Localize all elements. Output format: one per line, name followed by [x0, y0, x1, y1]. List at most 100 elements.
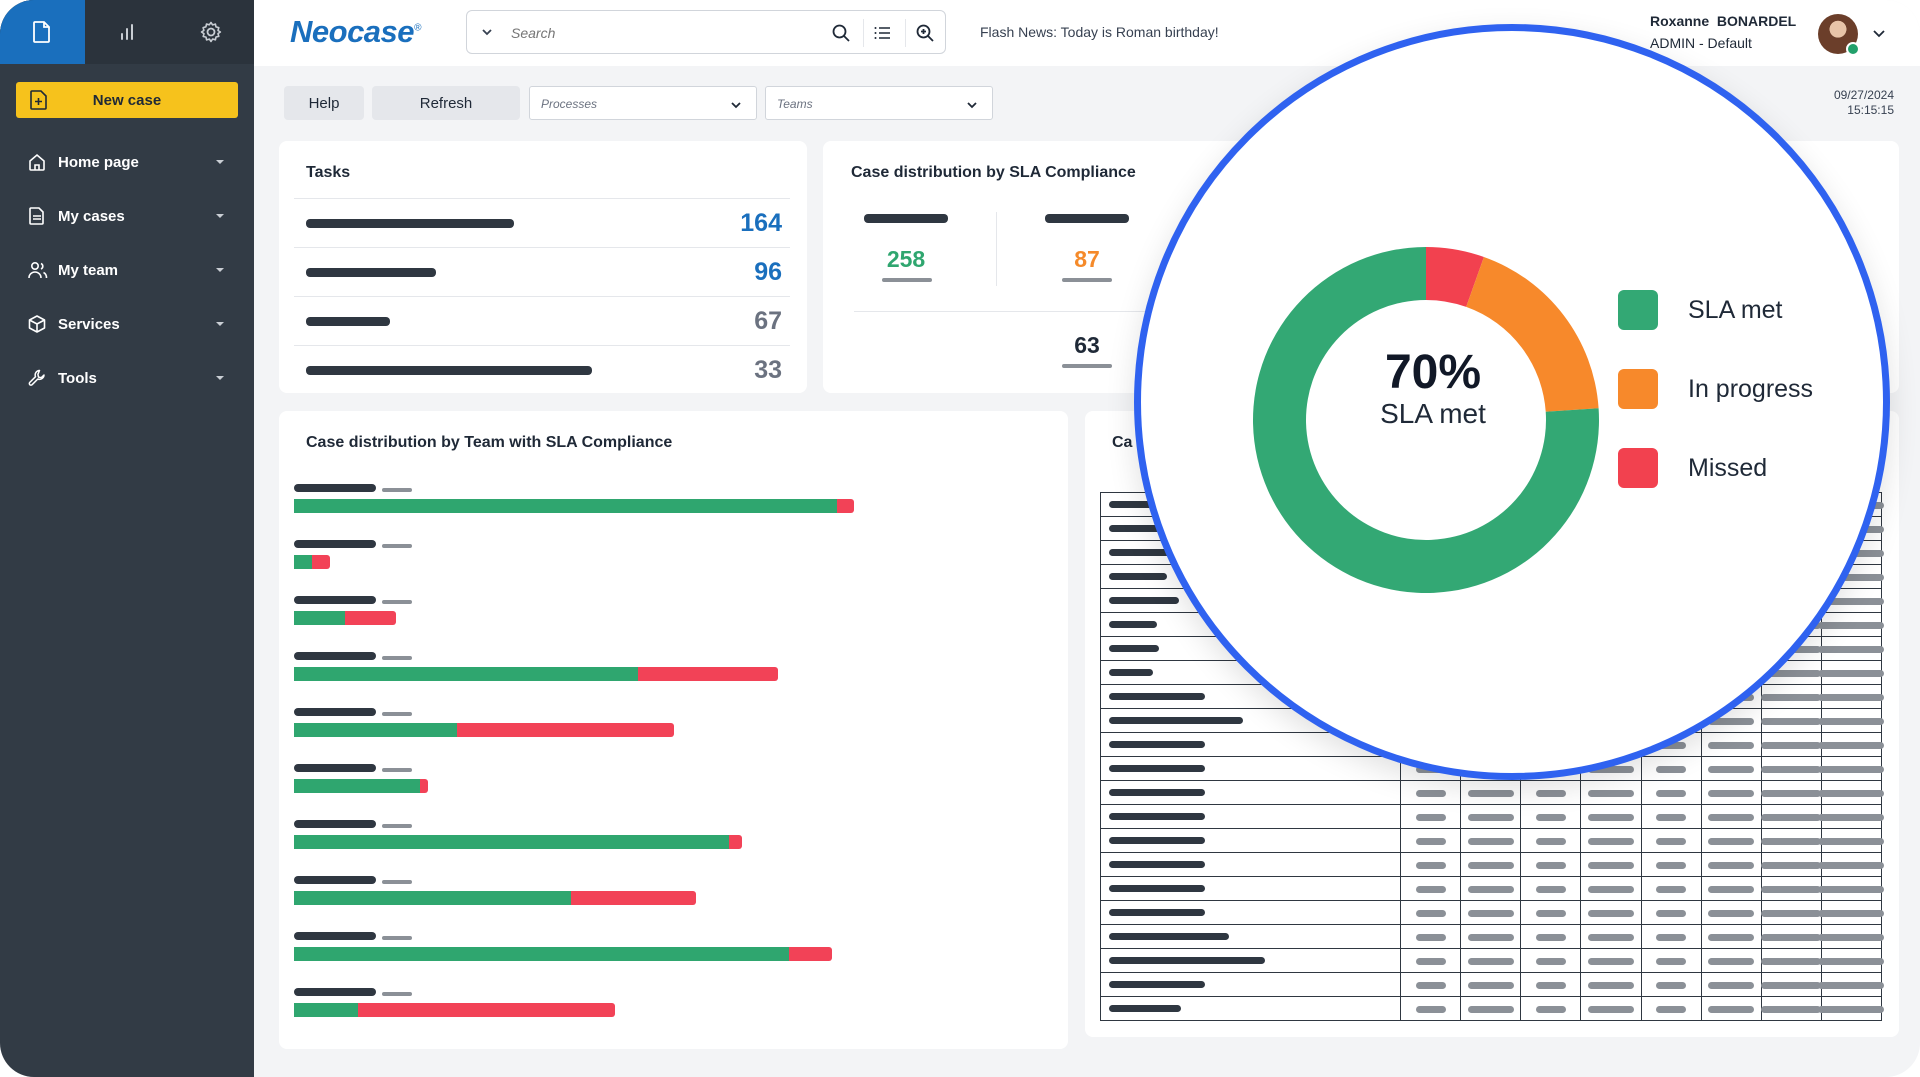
- neocase-logo[interactable]: Neocase®: [290, 14, 421, 50]
- table-row[interactable]: [1100, 996, 1885, 1021]
- table-cell: [1399, 804, 1462, 829]
- wrench-icon: [28, 369, 45, 386]
- tab-settings[interactable]: [169, 0, 254, 64]
- search-icon[interactable]: [831, 23, 851, 43]
- sla-met-segment: [294, 611, 345, 625]
- sla-title: Case distribution by SLA Compliance: [851, 164, 1136, 181]
- value-placeholder: [1535, 934, 1566, 941]
- table-cell: [1818, 924, 1885, 949]
- sla-met-segment: [294, 555, 312, 569]
- sla-label-placeholder: [1045, 214, 1129, 223]
- task-row[interactable]: 67: [294, 296, 790, 345]
- tab-documents[interactable]: [0, 0, 85, 64]
- sla-missed-segment: [571, 891, 696, 905]
- teams-select[interactable]: Teams: [765, 86, 993, 120]
- table-cell-name: [1100, 924, 1401, 949]
- sidebar-item-my-cases[interactable]: My cases: [0, 196, 254, 236]
- value-placeholder: [1656, 910, 1687, 917]
- table-row[interactable]: [1100, 876, 1885, 901]
- team-sla-bar[interactable]: [294, 947, 832, 961]
- sidebar-item-label: Home page: [58, 153, 139, 171]
- team-sla-bar[interactable]: [294, 835, 742, 849]
- team-count-placeholder: [382, 600, 412, 604]
- table-row[interactable]: [1100, 780, 1885, 805]
- table-row[interactable]: [1100, 948, 1885, 973]
- value-placeholder: [1467, 862, 1514, 869]
- table-cell: [1760, 948, 1822, 973]
- table-cell: [1520, 948, 1582, 973]
- search-input[interactable]: [511, 21, 811, 45]
- value-placeholder: [1656, 862, 1687, 869]
- value-placeholder: [1535, 1006, 1566, 1013]
- table-cell: [1818, 780, 1885, 805]
- new-case-label: New case: [92, 91, 162, 109]
- table-cell: [1640, 972, 1702, 997]
- task-row[interactable]: 96: [294, 247, 790, 296]
- name-placeholder: [1109, 957, 1265, 964]
- missed-count[interactable]: 63: [1037, 332, 1137, 359]
- team-label-placeholder: [294, 876, 376, 884]
- table-row[interactable]: [1100, 852, 1885, 877]
- team-sla-bar[interactable]: [294, 723, 674, 737]
- table-cell: [1700, 876, 1762, 901]
- value-placeholder: [1761, 790, 1822, 797]
- team-count-placeholder: [382, 544, 412, 548]
- new-case-button[interactable]: New case: [16, 82, 238, 118]
- sla-missed-segment: [312, 555, 330, 569]
- processes-select[interactable]: Processes: [529, 86, 757, 120]
- table-row[interactable]: [1100, 924, 1885, 949]
- team-sla-bar[interactable]: [294, 891, 696, 905]
- table-cell: [1520, 900, 1582, 925]
- table-cell: [1460, 804, 1522, 829]
- table-cell: [1399, 876, 1462, 901]
- sidebar-item-services[interactable]: Services: [0, 304, 254, 344]
- list-icon[interactable]: [873, 23, 893, 43]
- refresh-button[interactable]: Refresh: [372, 86, 520, 120]
- chevron-down-icon[interactable]: [481, 26, 493, 38]
- table-cell: [1520, 804, 1582, 829]
- table-cell-name: [1100, 996, 1401, 1021]
- name-placeholder: [1109, 909, 1205, 916]
- legend-item-missed[interactable]: Missed: [1618, 448, 1767, 488]
- task-row[interactable]: 164: [294, 198, 790, 247]
- legend-label: SLA met: [1688, 295, 1783, 324]
- sidebar-item-tools[interactable]: Tools: [0, 358, 254, 398]
- chevron-down-icon: [967, 102, 977, 109]
- table-row[interactable]: [1100, 804, 1885, 829]
- value-placeholder: [1467, 1006, 1514, 1013]
- divider: [905, 19, 906, 47]
- sla-met-segment: [294, 835, 729, 849]
- table-row[interactable]: [1100, 972, 1885, 997]
- zoom-in-icon[interactable]: [915, 23, 935, 43]
- sidebar-item-my-team[interactable]: My team: [0, 250, 254, 290]
- team-sla-bar[interactable]: [294, 555, 330, 569]
- team-sla-bar[interactable]: [294, 779, 428, 793]
- table-cell: [1580, 780, 1642, 805]
- table-cell: [1640, 852, 1702, 877]
- legend-item-sla-met[interactable]: SLA met: [1618, 290, 1783, 330]
- table-row[interactable]: [1100, 828, 1885, 853]
- tasks-title: Tasks: [306, 164, 351, 181]
- team-sla-bar[interactable]: [294, 1003, 615, 1017]
- table-cell: [1460, 996, 1522, 1021]
- legend-item-in-progress[interactable]: In progress: [1618, 369, 1813, 409]
- team-sla-bar[interactable]: [294, 611, 396, 625]
- caret-down-icon: [216, 322, 224, 326]
- help-button[interactable]: Help: [284, 86, 364, 120]
- sidebar-item-home-page[interactable]: Home page: [0, 142, 254, 182]
- value-placeholder: [1708, 982, 1755, 989]
- sla-label-placeholder: [864, 214, 948, 223]
- value-placeholder: [1818, 934, 1885, 941]
- tab-statistics[interactable]: [85, 0, 170, 64]
- in-progress-count[interactable]: 87: [1037, 246, 1137, 273]
- user-name[interactable]: Roxanne BONARDEL: [1650, 13, 1796, 29]
- sidebar-item-label: My team: [58, 261, 119, 279]
- table-cell: [1640, 780, 1702, 805]
- team-count-placeholder: [382, 488, 412, 492]
- sla-met-count[interactable]: 258: [856, 246, 956, 273]
- task-row[interactable]: 33: [294, 345, 790, 394]
- team-sla-bar[interactable]: [294, 499, 854, 513]
- table-row[interactable]: [1100, 900, 1885, 925]
- sla-met-segment: [294, 779, 420, 793]
- team-sla-bar[interactable]: [294, 667, 778, 681]
